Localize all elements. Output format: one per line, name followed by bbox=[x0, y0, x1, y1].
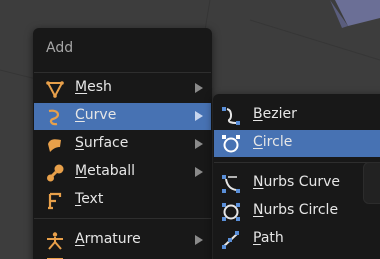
tooltip-panel-edge bbox=[363, 162, 380, 204]
menu-item-label: Armature bbox=[75, 231, 141, 247]
submenu-arrow-icon bbox=[195, 83, 203, 93]
text-icon bbox=[48, 192, 62, 210]
submenu-item-label: Circle bbox=[253, 134, 293, 150]
add-menu: Add Mesh Curve Surface Metaball Text Arm… bbox=[33, 28, 212, 259]
nurbs-circle-icon bbox=[222, 203, 240, 221]
armature-icon bbox=[47, 232, 63, 250]
submenu-item-label: Nurbs Circle bbox=[253, 202, 339, 218]
menu-item-text[interactable]: Text bbox=[34, 187, 211, 214]
submenu-item-bezier[interactable]: Bezier bbox=[214, 102, 380, 129]
menu-title: Add bbox=[46, 40, 74, 56]
metaball-icon bbox=[47, 164, 64, 182]
nurbs-curve-icon bbox=[222, 175, 240, 193]
menu-item-label: Curve bbox=[75, 107, 117, 123]
menu-item-label: Surface bbox=[75, 135, 129, 151]
menu-separator bbox=[214, 162, 380, 163]
submenu-arrow-icon bbox=[195, 235, 203, 245]
menu-item-label: Text bbox=[75, 191, 104, 207]
curve-submenu: Bezier Circle Nurbs Curve Nurbs Circle P… bbox=[213, 94, 380, 259]
surface-icon bbox=[48, 139, 61, 152]
menu-separator bbox=[34, 72, 211, 73]
submenu-item-nurbs-curve[interactable]: Nurbs Curve bbox=[214, 170, 380, 197]
submenu-item-circle[interactable]: Circle bbox=[214, 130, 380, 157]
submenu-item-path[interactable]: Path bbox=[214, 226, 380, 253]
bezier-circle-icon bbox=[222, 135, 240, 153]
submenu-arrow-icon bbox=[195, 167, 203, 177]
curve-icon bbox=[48, 109, 59, 126]
menu-item-metaball[interactable]: Metaball bbox=[34, 159, 211, 186]
menu-item-surface[interactable]: Surface bbox=[34, 131, 211, 158]
submenu-arrow-icon bbox=[195, 111, 203, 121]
submenu-item-label: Nurbs Curve bbox=[253, 174, 341, 190]
menu-item-curve[interactable]: Curve bbox=[34, 103, 211, 130]
bezier-curve-icon bbox=[222, 107, 240, 125]
menu-separator bbox=[34, 218, 211, 219]
submenu-item-label: Bezier bbox=[253, 106, 297, 122]
submenu-item-label: Path bbox=[253, 230, 284, 246]
mesh-icon bbox=[46, 81, 64, 99]
menu-item-mesh[interactable]: Mesh bbox=[34, 75, 211, 102]
menu-item-armature[interactable]: Armature bbox=[34, 227, 211, 254]
submenu-item-nurbs-circle[interactable]: Nurbs Circle bbox=[214, 198, 380, 225]
path-icon bbox=[222, 231, 239, 249]
menu-item-label: Mesh bbox=[75, 79, 112, 95]
menu-item-label: Metaball bbox=[75, 163, 136, 179]
submenu-arrow-icon bbox=[195, 139, 203, 149]
